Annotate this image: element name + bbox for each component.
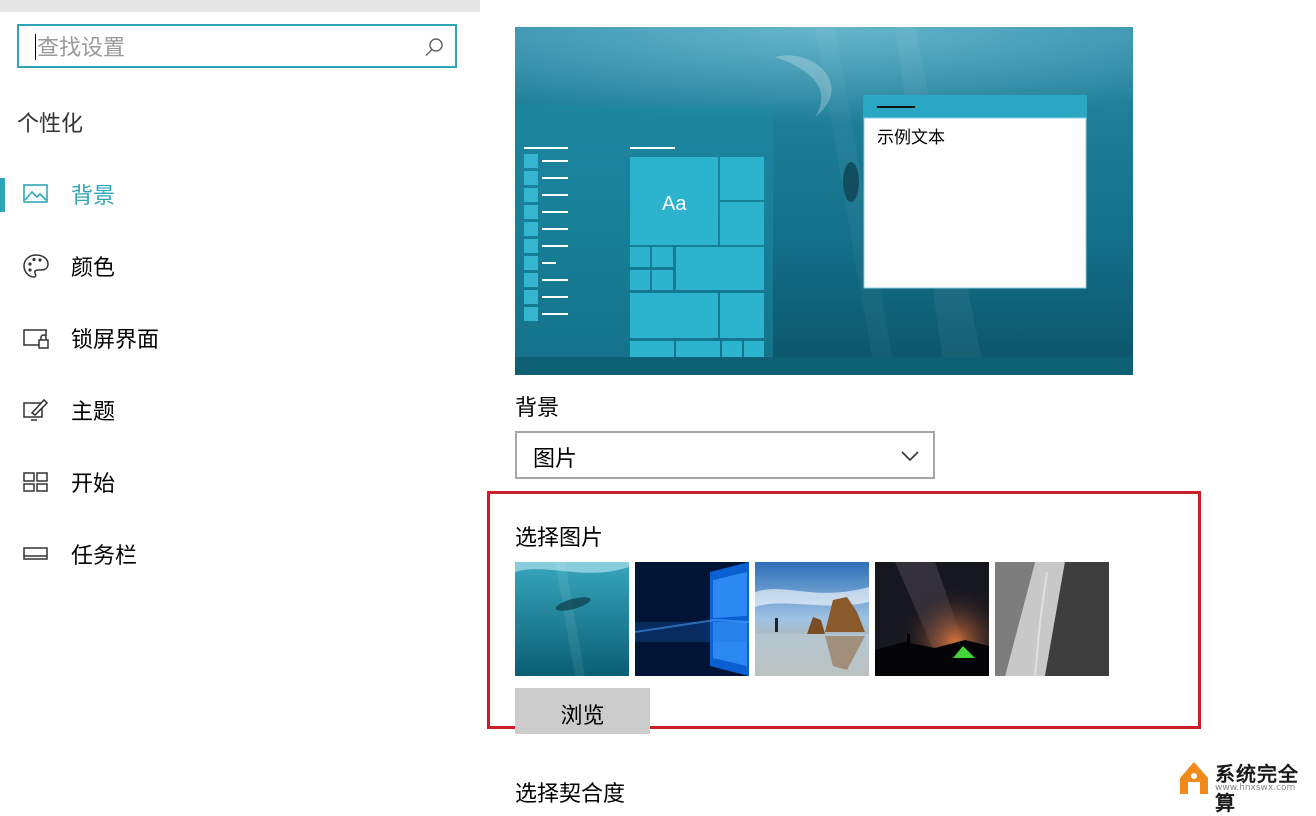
watermark-url: www.hnxswx.com bbox=[1215, 783, 1296, 793]
taskbar-icon bbox=[23, 547, 48, 560]
title-strip bbox=[0, 0, 480, 12]
text-caret bbox=[35, 34, 36, 60]
sidebar-item-theme[interactable]: 主题 bbox=[0, 382, 480, 438]
background-label: 背景 bbox=[515, 396, 560, 421]
picture-thumbnail-beach[interactable] bbox=[755, 562, 869, 676]
sidebar-item-label: 背景 bbox=[71, 184, 116, 209]
palette-icon bbox=[23, 254, 49, 278]
sidebar-item-label: 开始 bbox=[71, 472, 116, 497]
search-box[interactable] bbox=[17, 24, 457, 68]
background-preview: Aa 示例文本 bbox=[515, 27, 1133, 375]
selection-indicator bbox=[0, 178, 5, 212]
chevron-down-icon bbox=[901, 451, 919, 462]
browse-button[interactable]: 浏览 bbox=[515, 688, 650, 734]
picture-thumbnail-windows[interactable] bbox=[635, 562, 749, 676]
picture-icon bbox=[23, 184, 48, 203]
sidebar-item-color[interactable]: 颜色 bbox=[0, 238, 480, 294]
lock-screen-icon bbox=[23, 329, 49, 349]
sidebar-item-taskbar[interactable]: 任务栏 bbox=[0, 526, 480, 582]
picture-thumbnail-rock-cliff[interactable] bbox=[995, 562, 1109, 676]
sample-text: 示例文本 bbox=[877, 128, 945, 148]
sidebar-item-background[interactable]: 背景 bbox=[0, 166, 480, 222]
sidebar-item-lock-screen[interactable]: 锁屏界面 bbox=[0, 310, 480, 366]
section-title: 个性化 bbox=[17, 112, 84, 137]
tile-text: Aa bbox=[662, 193, 687, 215]
start-icon bbox=[23, 472, 48, 492]
background-type-dropdown[interactable]: 图片 bbox=[515, 431, 935, 479]
search-icon[interactable] bbox=[423, 36, 445, 58]
dropdown-value: 图片 bbox=[533, 447, 578, 472]
choose-picture-label: 选择图片 bbox=[515, 526, 604, 551]
sidebar-item-label: 锁屏界面 bbox=[71, 328, 160, 353]
search-input[interactable] bbox=[35, 32, 419, 64]
sidebar-item-label: 颜色 bbox=[71, 256, 116, 281]
sidebar: 个性化 背景 颜色 锁屏界面 主题 bbox=[0, 0, 480, 796]
preview-canvas: Aa 示例文本 bbox=[515, 27, 1133, 375]
sidebar-item-label: 任务栏 bbox=[71, 544, 138, 569]
browse-button-label: 浏览 bbox=[560, 704, 605, 729]
theme-icon bbox=[23, 398, 49, 421]
picture-thumbnail-underwater[interactable] bbox=[515, 562, 629, 676]
picture-thumbnail-night-sky[interactable] bbox=[875, 562, 989, 676]
sidebar-item-start[interactable]: 开始 bbox=[0, 454, 480, 510]
choose-fit-label: 选择契合度 bbox=[515, 782, 626, 807]
sidebar-item-label: 主题 bbox=[71, 400, 116, 425]
taskbar-preview bbox=[515, 357, 1133, 375]
